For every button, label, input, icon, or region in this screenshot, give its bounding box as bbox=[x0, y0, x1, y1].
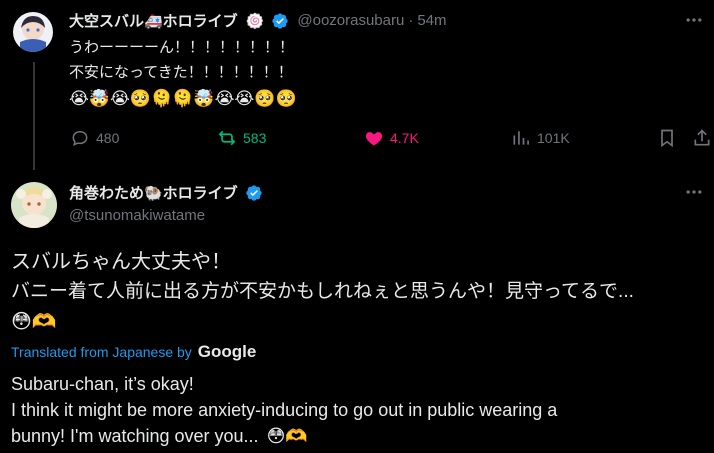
share-button[interactable] bbox=[692, 128, 712, 148]
tweet1-emojis: 😭🤯😭🥺🫠🫠🤯😭😭🥺🥺 bbox=[69, 89, 297, 108]
translation-line3-row: bunny! I'm watching over you... 😳🫶 bbox=[11, 423, 308, 449]
tweet2-header: 角巻わため🐏ホロライブ bbox=[69, 182, 263, 203]
like-count: 4.7K bbox=[390, 130, 419, 146]
more-icon[interactable] bbox=[684, 182, 704, 207]
display-name[interactable]: 大空スバル🚑ホロライブ bbox=[69, 10, 238, 31]
views-count: 101K bbox=[537, 130, 570, 146]
avatar-subaru[interactable] bbox=[13, 12, 53, 52]
google-logo: Google bbox=[197, 342, 257, 361]
share-icon bbox=[694, 129, 710, 146]
separator: · bbox=[408, 12, 414, 29]
retweet-button[interactable]: 583 bbox=[217, 128, 266, 148]
translation-attribution[interactable]: Translated from Japanese by Google bbox=[11, 342, 256, 362]
handle[interactable]: @oozorasubaru bbox=[297, 12, 404, 29]
verified-icon bbox=[246, 184, 262, 201]
tweet2-emojis: 😳🫶 bbox=[11, 311, 57, 333]
avatar-watame[interactable] bbox=[11, 182, 57, 228]
retweet-icon bbox=[218, 130, 236, 146]
translated-from-label: Translated from Japanese by bbox=[11, 344, 192, 360]
translation-line1: Subaru-chan, it’s okay! bbox=[11, 374, 194, 394]
translation-line2: I think it might be more anxiety-inducin… bbox=[11, 400, 558, 420]
translation-line3: bunny! I'm watching over you... bbox=[11, 426, 259, 446]
reply-icon bbox=[72, 130, 88, 146]
timestamp[interactable]: 54m bbox=[417, 12, 446, 29]
retweet-count: 583 bbox=[243, 130, 267, 146]
tweet2-text-line1: スバルちゃん大丈夫や！ bbox=[11, 251, 231, 273]
handle[interactable]: @tsunomakiwatame bbox=[69, 207, 205, 224]
tweet2-text-line2: バニー着て人前に出る方が不安かもしれねぇと思うんや！見守ってるで... bbox=[11, 281, 634, 302]
verified-icon bbox=[272, 12, 289, 29]
thread-line bbox=[33, 62, 35, 170]
tweet1-text-line2: 不安になってきた！！！！！！！ bbox=[69, 64, 293, 81]
views-button[interactable]: 101K bbox=[511, 128, 570, 148]
reply-button[interactable]: 480 bbox=[70, 128, 119, 148]
name-badge: 🍥 bbox=[245, 12, 265, 30]
display-name[interactable]: 角巻わため🐏ホロライブ bbox=[69, 182, 238, 203]
reply-count: 480 bbox=[96, 130, 120, 146]
translation-emojis: 😳🫶 bbox=[266, 426, 308, 446]
bookmark-icon bbox=[661, 129, 673, 148]
views-icon bbox=[513, 131, 529, 145]
like-icon bbox=[365, 132, 383, 146]
tweet1-text-line1: うわーーーーん！！！！！！！！ bbox=[69, 39, 295, 56]
bookmark-button[interactable] bbox=[657, 128, 677, 148]
like-button[interactable]: 4.7K bbox=[364, 128, 419, 148]
more-icon[interactable] bbox=[684, 10, 704, 35]
tweet1-header: 大空スバル🚑ホロライブ 🍥 @oozorasubaru · 54m bbox=[69, 10, 447, 31]
